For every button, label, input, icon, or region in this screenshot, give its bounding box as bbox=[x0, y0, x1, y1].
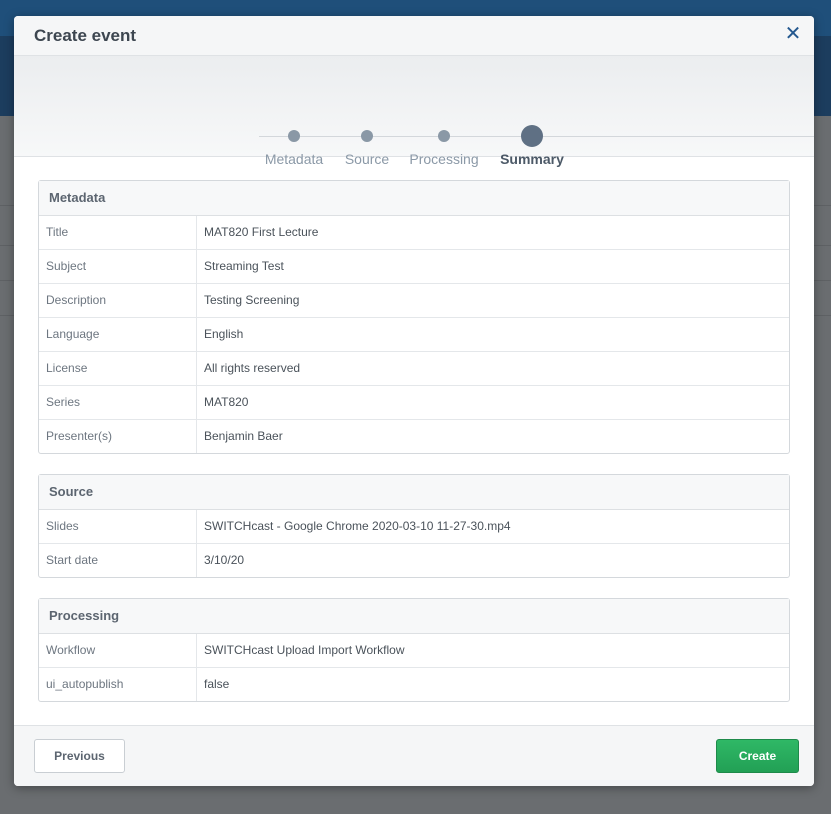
close-icon[interactable]: ✕ bbox=[784, 24, 802, 44]
row-value: false bbox=[204, 677, 230, 691]
row-value: Benjamin Baer bbox=[204, 429, 283, 443]
row-key: Presenter(s) bbox=[39, 420, 197, 453]
wizard-steps: Metadata Source Processing Summary bbox=[14, 56, 814, 167]
step-summary-dot bbox=[521, 125, 543, 147]
metadata-panel: Metadata Title MAT820 First Lecture Subj… bbox=[38, 180, 790, 454]
modal-header: Create event ✕ bbox=[14, 16, 814, 56]
table-row: Subject Streaming Test bbox=[39, 250, 789, 284]
row-key: Description bbox=[39, 284, 197, 317]
row-value: Streaming Test bbox=[204, 259, 284, 273]
table-row: License All rights reserved bbox=[39, 352, 789, 386]
table-row: Presenter(s) Benjamin Baer bbox=[39, 420, 789, 453]
row-value: MAT820 First Lecture bbox=[204, 225, 319, 239]
table-row: Description Testing Screening bbox=[39, 284, 789, 318]
table-row: Title MAT820 First Lecture bbox=[39, 216, 789, 250]
processing-panel: Processing Workflow SWITCHcast Upload Im… bbox=[38, 598, 790, 702]
table-row: Series MAT820 bbox=[39, 386, 789, 420]
row-key: Language bbox=[39, 318, 197, 351]
row-key: Slides bbox=[39, 510, 197, 543]
modal-footer: Previous Create bbox=[14, 725, 814, 786]
modal-title: Create event bbox=[34, 26, 137, 45]
previous-button[interactable]: Previous bbox=[34, 739, 125, 773]
processing-heading: Processing bbox=[39, 599, 789, 634]
row-key: License bbox=[39, 352, 197, 385]
row-key: Start date bbox=[39, 544, 197, 577]
row-key: Workflow bbox=[39, 634, 197, 667]
row-key: Series bbox=[39, 386, 197, 419]
table-row: Slides SWITCHcast - Google Chrome 2020-0… bbox=[39, 510, 789, 544]
row-value: Testing Screening bbox=[204, 293, 300, 307]
create-event-modal: Create event ✕ Metadata Source Processin… bbox=[14, 16, 814, 786]
table-row: Language English bbox=[39, 318, 789, 352]
source-heading: Source bbox=[39, 475, 789, 510]
source-panel: Source Slides SWITCHcast - Google Chrome… bbox=[38, 474, 790, 578]
step-source-dot[interactable] bbox=[361, 130, 373, 142]
row-value: SWITCHcast - Google Chrome 2020-03-10 11… bbox=[204, 519, 511, 533]
table-row: Workflow SWITCHcast Upload Import Workfl… bbox=[39, 634, 789, 668]
row-value: SWITCHcast Upload Import Workflow bbox=[204, 643, 405, 657]
table-row: ui_autopublish false bbox=[39, 668, 789, 701]
modal-body: Metadata Title MAT820 First Lecture Subj… bbox=[14, 156, 814, 726]
row-value: MAT820 bbox=[204, 395, 249, 409]
metadata-heading: Metadata bbox=[39, 181, 789, 216]
row-key: Subject bbox=[39, 250, 197, 283]
step-processing-dot[interactable] bbox=[438, 130, 450, 142]
row-key: Title bbox=[39, 216, 197, 249]
row-value: English bbox=[204, 327, 244, 341]
step-metadata-dot[interactable] bbox=[288, 130, 300, 142]
row-value: 3/10/20 bbox=[204, 553, 245, 567]
create-button[interactable]: Create bbox=[716, 739, 799, 773]
row-key: ui_autopublish bbox=[39, 668, 197, 701]
row-value: All rights reserved bbox=[204, 361, 301, 375]
table-row: Start date 3/10/20 bbox=[39, 544, 789, 577]
